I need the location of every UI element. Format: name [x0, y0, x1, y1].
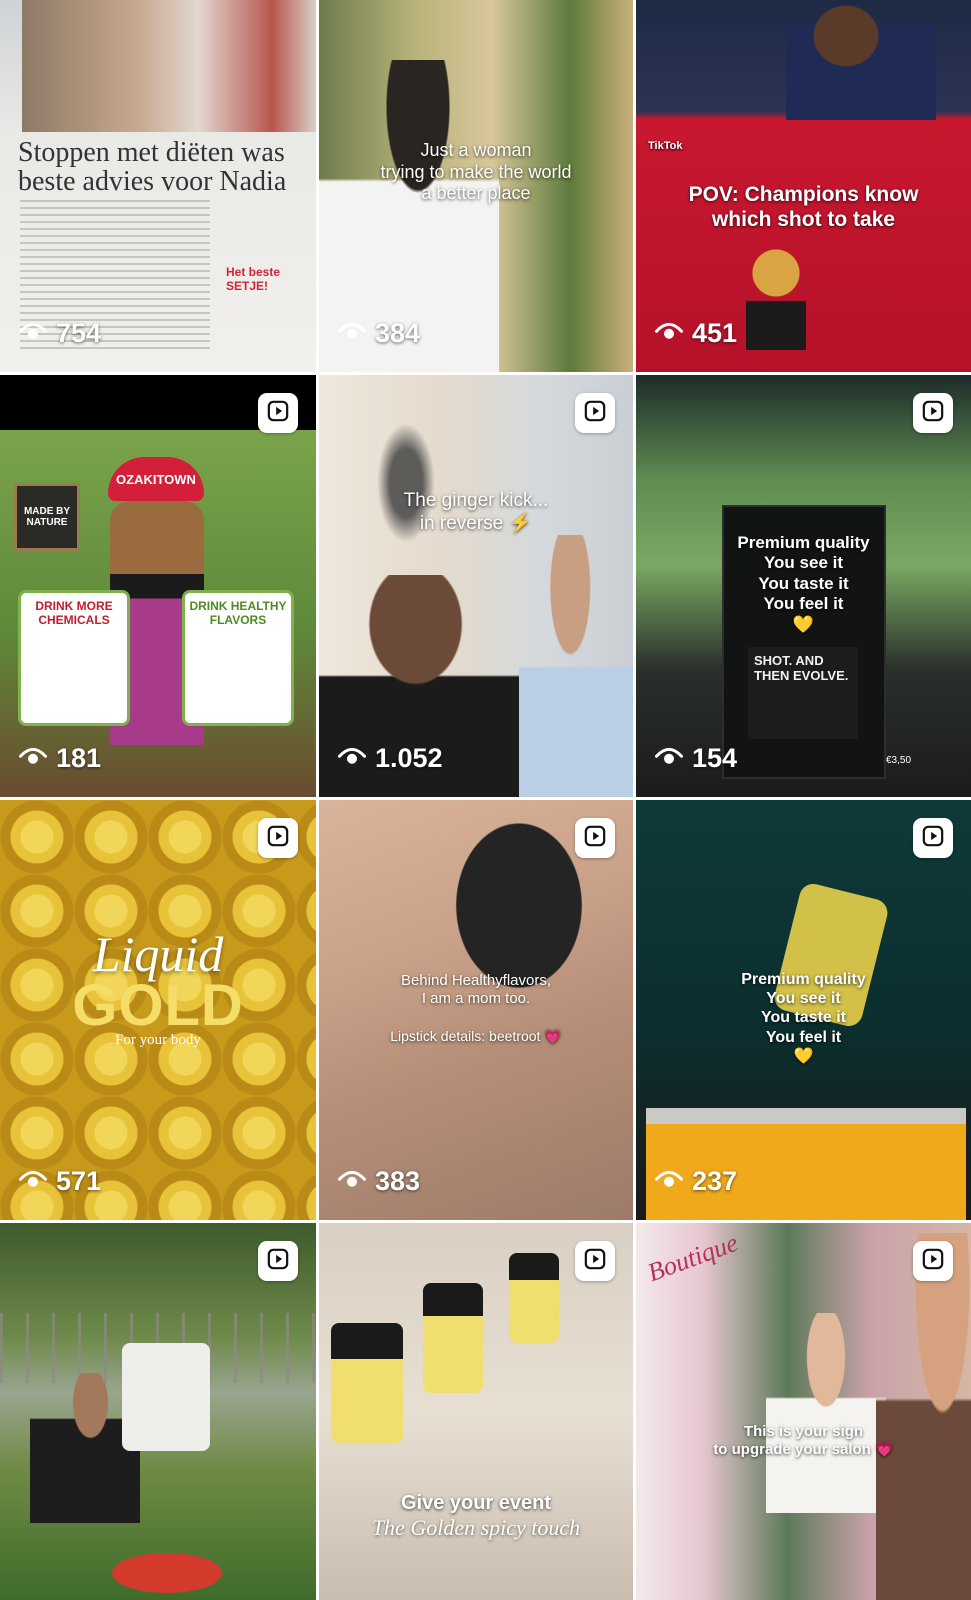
caption-overlay: Give your event: [400, 1492, 552, 1514]
grid-tile-7[interactable]: Liquid GOLD For your body 571: [0, 800, 316, 1220]
eye-icon: [337, 1163, 367, 1200]
video-indicator: [575, 818, 615, 858]
play-icon: [267, 400, 289, 427]
view-count-value: 451: [692, 318, 738, 348]
grid-tile-8[interactable]: Behind Healthyflavors, I am a mom too. L…: [319, 800, 633, 1220]
liquid-subtitle: For your body: [115, 1032, 201, 1048]
barrel: [122, 1343, 210, 1451]
grid-tile-10[interactable]: [0, 1223, 316, 1600]
person-figure: [876, 1233, 971, 1600]
caption-overlay: Premium quality You see it You taste it …: [741, 971, 866, 1065]
newspaper-photo: [22, 0, 316, 132]
trophy: [746, 240, 806, 350]
caption-overlay: Behind Healthyflavors, I am a mom too.: [400, 972, 552, 1007]
view-count-value: 383: [375, 1166, 421, 1196]
caption-overlay: The ginger kick... in reverse ⚡: [403, 490, 549, 534]
caption-overlay: This is your sign to upgrade your salon …: [713, 1423, 894, 1458]
play-icon: [267, 825, 289, 852]
view-count-value: 181: [56, 743, 102, 773]
sign-board: MADE BY NATURE: [14, 483, 80, 551]
person-figure: [786, 0, 936, 120]
grid-tile-5[interactable]: The ginger kick... in reverse ⚡ 1.052: [319, 375, 633, 797]
play-icon: [584, 400, 606, 427]
play-icon: [584, 825, 606, 852]
eye-icon: [18, 315, 48, 352]
view-count: 383: [337, 1163, 420, 1200]
view-count: 1.052: [337, 740, 443, 777]
view-count: 384: [337, 315, 420, 352]
shot-bottle: [423, 1283, 483, 1393]
character-cap: OZAKITOWN: [108, 457, 204, 501]
eye-icon: [654, 315, 684, 352]
view-count-value: 1.052: [375, 743, 443, 773]
grid-tile-11[interactable]: Give your event The Golden spicy touch: [319, 1223, 633, 1600]
play-icon: [922, 400, 944, 427]
play-icon: [267, 1248, 289, 1275]
eye-icon: [18, 740, 48, 777]
grid-tile-12[interactable]: Boutique This is your sign to upgrade yo…: [636, 1223, 971, 1600]
video-indicator: [575, 1241, 615, 1281]
card-chemicals: DRINK MORE CHEMICALS: [18, 590, 130, 726]
view-count: 451: [654, 315, 737, 352]
person-figure: [766, 1313, 886, 1513]
caption-overlay-2: Lipstick details: beetroot 💗: [390, 1028, 562, 1044]
video-indicator: [258, 1241, 298, 1281]
caption-overlay: Just a woman trying to make the world a …: [380, 140, 572, 204]
eye-icon: [18, 1163, 48, 1200]
view-count-value: 154: [692, 743, 738, 773]
eye-icon: [654, 740, 684, 777]
person-right: [519, 535, 633, 797]
eye-icon: [337, 740, 367, 777]
view-count: 754: [18, 315, 101, 352]
video-grid: Stoppen met diëten was beste advies voor…: [0, 0, 971, 1600]
shot-bottle: [331, 1323, 403, 1443]
caption-overlay: POV: Champions know which shot to take: [688, 183, 919, 232]
shot-poster: SHOT. AND THEN EVOLVE.: [748, 647, 858, 739]
tiktok-watermark: TikTok: [648, 140, 683, 152]
grid-tile-9[interactable]: Premium quality You see it You taste it …: [636, 800, 971, 1220]
play-icon: [922, 1248, 944, 1275]
view-count: 237: [654, 1163, 737, 1200]
view-count-value: 754: [56, 318, 102, 348]
play-icon: [584, 1248, 606, 1275]
video-indicator: [913, 393, 953, 433]
eye-icon: [654, 1163, 684, 1200]
eye-icon: [337, 315, 367, 352]
video-indicator: [913, 1241, 953, 1281]
gold-title: GOLD: [72, 973, 244, 1038]
shot-bottle: [509, 1253, 559, 1343]
view-count: 571: [18, 1163, 101, 1200]
view-count-value: 571: [56, 1166, 102, 1196]
play-icon: [922, 825, 944, 852]
caption-overlay: Premium quality You see it You taste it …: [737, 533, 870, 634]
grid-tile-4[interactable]: MADE BY NATURE OZAKITOWN DRINK MORE CHEM…: [0, 375, 316, 797]
grid-tile-6[interactable]: SHOT. AND THEN EVOLVE. €3,50 Premium qua…: [636, 375, 971, 797]
video-indicator: [575, 393, 615, 433]
video-indicator: [913, 818, 953, 858]
view-count-value: 384: [375, 318, 421, 348]
red-disc: [112, 1553, 222, 1593]
newspaper-headline: Stoppen met diëten was beste advies voor…: [18, 137, 287, 198]
poster-price: €3,50: [886, 755, 912, 766]
video-indicator: [258, 393, 298, 433]
newspaper-ad: Het beste SETJE!: [226, 265, 281, 293]
grid-tile-1[interactable]: Stoppen met diëten was beste advies voor…: [0, 0, 316, 372]
grid-tile-2[interactable]: Just a woman trying to make the world a …: [319, 0, 633, 372]
view-count: 181: [18, 740, 101, 777]
view-count: 154: [654, 740, 737, 777]
grid-tile-3[interactable]: TikTok POV: Champions know which shot to…: [636, 0, 971, 372]
view-count-value: 237: [692, 1166, 738, 1196]
video-indicator: [258, 818, 298, 858]
caption-script: The Golden spicy touch: [371, 1515, 581, 1540]
card-healthy: DRINK HEALTHY FLAVORS: [182, 590, 294, 726]
